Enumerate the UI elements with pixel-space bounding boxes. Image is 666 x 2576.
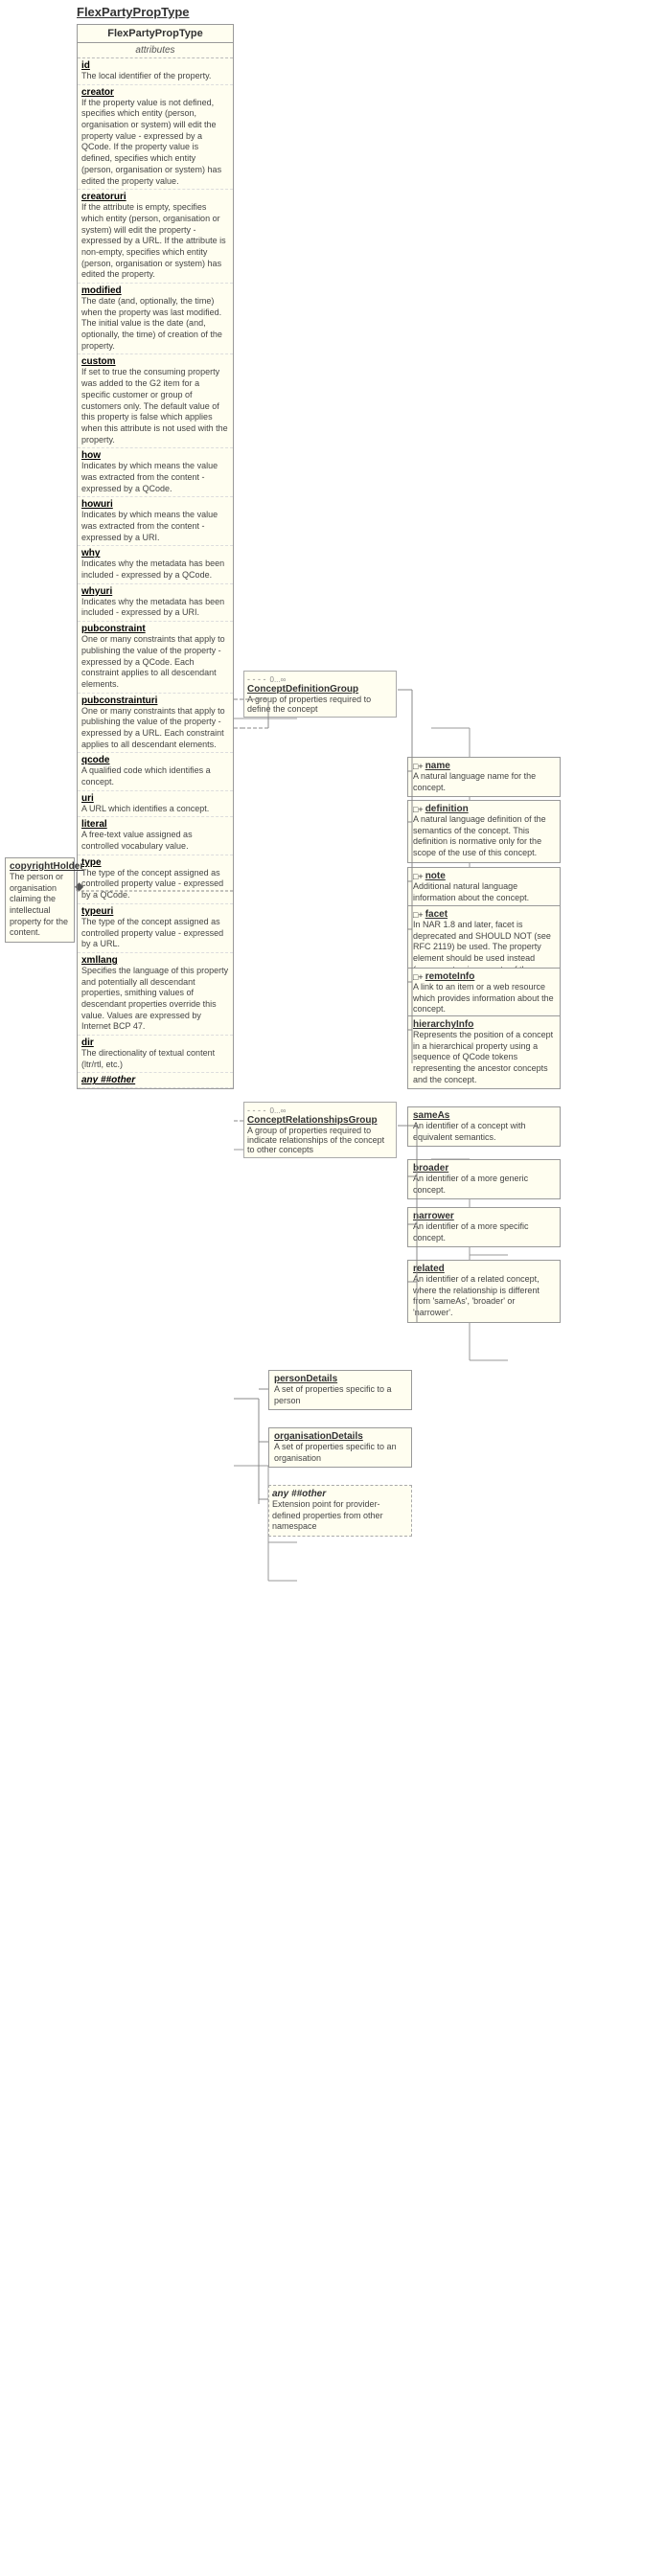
right-definition: □+ definition A natural language definit… [407,800,561,863]
right-related: related An identifier of a related conce… [407,1260,561,1323]
diagram-title: FlexPartyPropType [77,5,190,19]
field-pubconstrainturi: pubconstrainturi One or many constraints… [78,694,233,754]
concept-relationships-group-box: - - - - 0...∞ ConceptRelationshipsGroup … [243,1102,397,1158]
field-whyuri: whyuri Indicates why the metadata has be… [78,584,233,622]
diagram-container: FlexPartyPropType FlexPartyPropType attr… [0,0,666,2576]
crg-desc: A group of properties required to indica… [247,1126,393,1154]
field-howuri: howuri Indicates by which means the valu… [78,497,233,546]
field-literal: literal A free-text value assigned as co… [78,817,233,855]
crg-connector-dots: - - - - [247,1106,266,1115]
cdg-desc: A group of properties required to define… [247,695,393,714]
field-type: type The type of the concept assigned as… [78,855,233,904]
right-persondetails: personDetails A set of properties specif… [268,1370,412,1410]
field-uri: uri A URL which identifies a concept. [78,791,233,818]
field-creatoruri: creatoruri If the attribute is empty, sp… [78,190,233,284]
concept-definition-group-box: - - - - 0...∞ ConceptDefinitionGroup A g… [243,671,397,718]
field-any-other: any ##other [78,1073,233,1088]
field-creator: creator If the property value is not def… [78,85,233,191]
field-xmllang: xmllang Specifies the language of this p… [78,953,233,1036]
cdg-title: ConceptDefinitionGroup [247,684,393,695]
diamond-connector: ◆ [75,879,83,893]
left-copyright-holder: copyrightHolder The person or organisati… [5,857,75,943]
field-why: why Indicates why the metadata has been … [78,546,233,583]
field-dir: dir The directionality of textual conten… [78,1036,233,1073]
right-any-other: any ##other Extension point for provider… [268,1485,412,1537]
right-note: □+ note Additional natural language info… [407,867,561,907]
field-pubconstraint: pubconstraint One or many constraints th… [78,622,233,693]
right-organisationdetails: organisationDetails A set of properties … [268,1427,412,1468]
attributes-section: attributes [78,43,233,58]
cdg-connector-dots: - - - - [247,674,266,684]
right-hierarchyinfo: hierarchyInfo Represents the position of… [407,1015,561,1089]
main-box-title: FlexPartyPropType [78,25,233,43]
right-name: □+ name A natural language name for the … [407,757,561,797]
field-modified: modified The date (and, optionally, the … [78,284,233,354]
right-remoteinfo: □+ remoteInfo A link to an item or a web… [407,968,561,1019]
field-custom: custom If set to true the consuming prop… [78,354,233,448]
main-box: FlexPartyPropType attributes id The loca… [77,24,234,1089]
field-typeuri: typeuri The type of the concept assigned… [78,904,233,953]
crg-title: ConceptRelationshipsGroup [247,1115,393,1126]
field-qcode: qcode A qualified code which identifies … [78,753,233,790]
field-id: id The local identifier of the property. [78,58,233,85]
field-how: how Indicates by which means the value w… [78,448,233,497]
right-broader: broader An identifier of a more generic … [407,1159,561,1199]
right-sameas: sameAs An identifier of a concept with e… [407,1106,561,1147]
right-narrower: narrower An identifier of a more specifi… [407,1207,561,1247]
